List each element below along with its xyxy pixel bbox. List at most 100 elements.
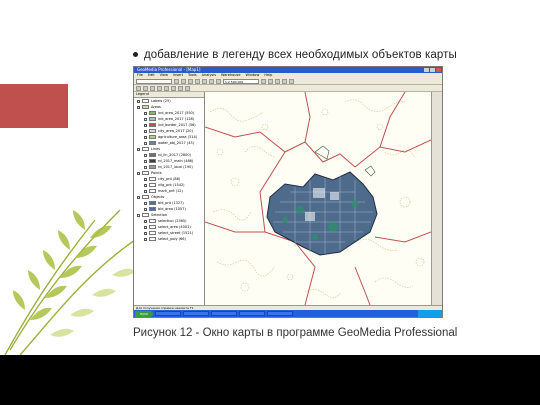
legend-item-label: selection (2365) [158,219,187,223]
visibility-checkbox[interactable] [144,219,147,223]
map-view[interactable] [205,92,431,305]
start-button[interactable]: пуск [135,310,153,317]
map-scrollbar[interactable] [431,92,442,305]
legend-item-label: bld_area (1057) [158,207,186,211]
legend-item-label: city_area_2017 (20) [158,129,193,133]
visibility-checkbox[interactable] [144,189,147,193]
legend-symbol-icon [149,237,156,241]
decorative-leaves [4,209,136,355]
pan-icon[interactable] [275,78,280,84]
visibility-checkbox[interactable] [144,141,147,145]
visibility-checkbox[interactable] [137,99,140,103]
new-icon[interactable] [174,78,179,84]
legend-symbol-icon [149,117,156,121]
legend-symbol-icon [149,159,156,163]
map-canvas[interactable] [205,92,431,305]
taskbar-item[interactable] [155,311,181,316]
legend-item-label: select_area (4001) [158,225,191,229]
legend-symbol-icon [149,141,156,145]
legend-item-label: lnd_area_2017 (128) [158,117,195,121]
legend-symbol-icon [142,171,149,175]
minimize-button[interactable] [424,68,429,72]
maximize-button[interactable] [430,68,435,72]
visibility-checkbox[interactable] [137,171,140,175]
legend-item-label: mark_pnt (12) [158,189,183,193]
legend-symbol-icon [149,201,156,205]
visibility-checkbox[interactable] [144,183,147,187]
print-icon[interactable] [195,78,200,84]
taskbar-item[interactable] [267,311,293,316]
legend-item-label: rd_lin_2017 (2800) [158,153,191,157]
slide-bullet: добавление в легенду всех необходимых об… [133,49,457,61]
legend-item-label: bld_pnt (1327) [158,201,184,205]
legend-item-label: Areas [151,105,161,109]
visibility-checkbox[interactable] [144,225,147,229]
system-tray [418,310,442,317]
visibility-checkbox[interactable] [144,159,147,163]
taskbar-item[interactable] [211,311,237,316]
save-icon[interactable] [188,78,193,84]
measure-icon[interactable] [143,85,148,91]
visibility-checkbox[interactable] [144,201,147,205]
select-icon[interactable] [289,78,294,84]
visibility-checkbox[interactable] [144,237,147,241]
visibility-checkbox[interactable] [144,207,147,211]
zoom-out-icon[interactable] [268,78,273,84]
visibility-checkbox[interactable] [144,165,147,169]
visibility-checkbox[interactable] [144,231,147,235]
label-icon[interactable] [164,85,169,91]
legend-icon[interactable] [171,85,176,91]
buffer-icon[interactable] [150,85,155,91]
visibility-checkbox[interactable] [144,129,147,133]
cut-icon[interactable] [202,78,207,84]
legend-item-label: Lines [151,147,161,151]
legend-panel: Legend Labels (25) Areas lnd_area_2017 (55… [134,92,205,305]
legend-symbol-icon [149,231,156,235]
legend-symbol-icon [142,195,149,199]
visibility-checkbox[interactable] [137,147,140,151]
legend-item-label: water_obj_2017 (43) [158,141,195,145]
legend-item-label: lnd_border_2017 (56) [158,123,196,127]
visibility-checkbox[interactable] [137,213,140,217]
legend-list: Labels (25) Areas lnd_area_2017 (550) lnd_a… [134,98,204,242]
legend-symbol-icon [149,135,156,139]
window-title: GeoMedia Professional - [Map1] [137,67,201,72]
visibility-checkbox[interactable] [137,105,140,109]
bullet-dot [133,52,138,58]
scale-combo[interactable]: 1:2 500 000 [223,78,259,84]
legend-item-label: Objects [151,195,165,199]
layer-icon[interactable] [178,85,183,91]
fit-all-icon[interactable] [282,78,287,84]
paste-icon[interactable] [216,78,221,84]
legend-symbol-icon [149,183,156,187]
legend-item-label: rd_2017_local (190) [158,165,193,169]
legend-item-label: select_poly (66) [158,237,186,241]
copy-icon[interactable] [209,78,214,84]
refresh-icon[interactable] [185,85,190,91]
legend-symbol-icon [149,225,156,229]
bullet-text: добавление в легенду всех необходимых об… [144,49,457,61]
open-icon[interactable] [181,78,186,84]
visibility-checkbox[interactable] [144,153,147,157]
visibility-checkbox[interactable] [137,195,140,199]
pointer-icon[interactable] [136,85,141,91]
taskbar-item[interactable] [183,311,209,316]
window-controls [424,68,441,72]
visibility-checkbox[interactable] [144,135,147,139]
visibility-checkbox[interactable] [144,123,147,127]
query-icon[interactable] [157,85,162,91]
legend-item[interactable]: select_poly (66) [134,236,204,242]
legend-symbol-icon [142,147,149,151]
main-toolbar: 1:2 500 000 [134,78,442,85]
close-button[interactable] [436,68,441,72]
legend-item-label: Points [151,171,162,175]
visibility-checkbox[interactable] [144,177,147,181]
visibility-checkbox[interactable] [144,117,147,121]
legend-symbol-icon [142,105,149,109]
taskbar-item[interactable] [239,311,265,316]
legend-symbol-icon [149,129,156,133]
layer-combo[interactable] [136,78,172,84]
visibility-checkbox[interactable] [144,111,147,115]
legend-item-label: Selection [151,213,168,217]
zoom-in-icon[interactable] [261,78,266,84]
